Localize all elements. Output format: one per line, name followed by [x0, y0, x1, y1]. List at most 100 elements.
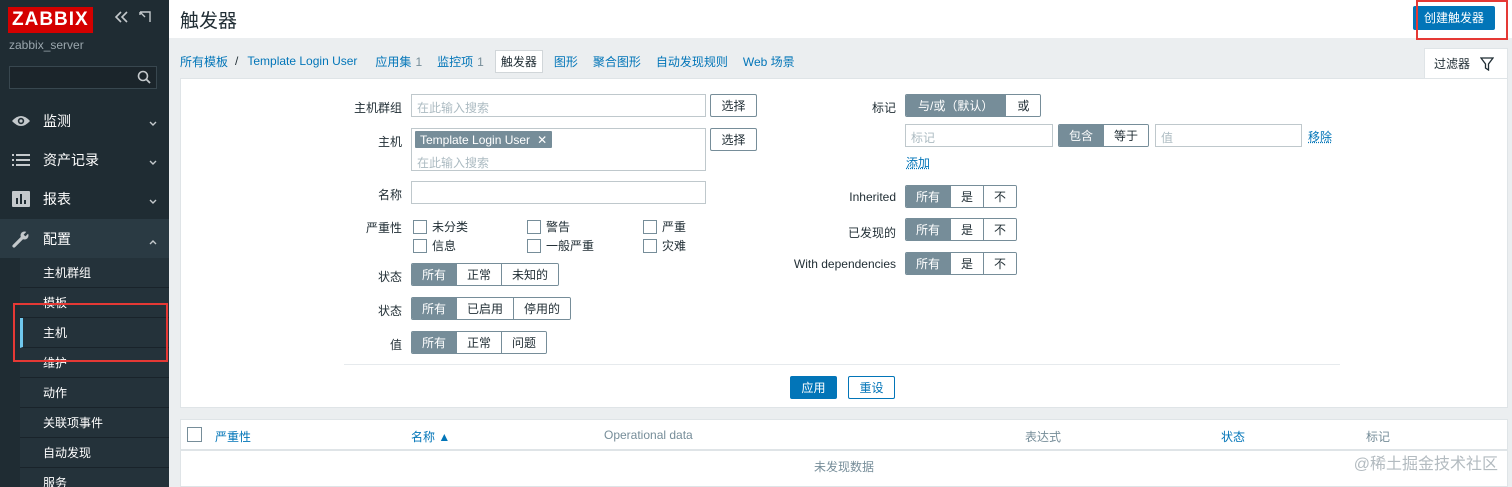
- tag-remove-link[interactable]: 移除: [1308, 128, 1332, 145]
- tag-op-contains[interactable]: 包含: [1059, 125, 1105, 146]
- inherited-no[interactable]: 不: [984, 186, 1017, 207]
- state-normal[interactable]: 正常: [457, 264, 503, 285]
- host-select-button[interactable]: 选择: [710, 128, 757, 151]
- col-tags: 标记: [1366, 430, 1391, 444]
- list-icon: [10, 153, 32, 167]
- tag-name-input[interactable]: 标记: [905, 124, 1053, 147]
- tab-triggers[interactable]: 触发器: [494, 49, 543, 73]
- severity-not-classified-checkbox[interactable]: 未分类: [413, 218, 468, 235]
- inherited-yes[interactable]: 是: [951, 186, 985, 207]
- host-label: 主机: [377, 135, 402, 149]
- tag-add-link[interactable]: 添加: [906, 154, 930, 171]
- dependencies-all[interactable]: 所有: [906, 253, 952, 274]
- sidebar: ZABBIX zabbix_server 监测 资产记录 报表 配置 主机群组 …: [0, 0, 169, 487]
- tab-screens[interactable]: 聚合图形: [593, 53, 641, 70]
- severity-disaster-checkbox[interactable]: 灾难: [643, 237, 686, 254]
- tags-and-or[interactable]: 与/或（默认）: [906, 95, 1007, 116]
- funnel-icon: [1480, 56, 1495, 71]
- severity-label: 严重性: [365, 221, 402, 235]
- dependencies-label: With dependencies: [793, 257, 896, 271]
- zabbix-logo[interactable]: ZABBIX: [8, 7, 93, 33]
- nav-monitoring[interactable]: 监测: [0, 101, 169, 140]
- value-ok[interactable]: 正常: [457, 332, 503, 353]
- host-group-select-button[interactable]: 选择: [710, 94, 757, 117]
- tab-all-templates[interactable]: 所有模板: [180, 53, 228, 70]
- dependencies-yes[interactable]: 是: [951, 253, 985, 274]
- tag-value-input[interactable]: 值: [1155, 124, 1302, 147]
- severity-option-label: 信息: [432, 239, 457, 253]
- config-submenu: 主机群组 模板 主机 维护 动作 关联项事件 自动发现 服务: [20, 258, 169, 487]
- discovered-yes[interactable]: 是: [951, 219, 985, 240]
- tab-discovery-rules[interactable]: 自动发现规则: [656, 53, 728, 70]
- inherited-label: Inherited: [849, 190, 896, 204]
- status-enabled[interactable]: 已启用: [457, 298, 515, 319]
- severity-high-checkbox[interactable]: 严重: [643, 218, 686, 235]
- severity-option-label: 警告: [546, 220, 571, 234]
- tab-items[interactable]: 监控项 1: [437, 53, 484, 70]
- search-icon[interactable]: [137, 70, 151, 87]
- tags-mode-segmented: 与/或（默认） 或: [905, 94, 1042, 117]
- state-all[interactable]: 所有: [412, 264, 458, 285]
- severity-warning-checkbox[interactable]: 警告: [527, 218, 570, 235]
- state-unknown[interactable]: 未知的: [502, 264, 559, 285]
- breadcrumb-separator: /: [235, 54, 239, 68]
- dependencies-no[interactable]: 不: [984, 253, 1017, 274]
- filter-tab-label: 过滤器: [1434, 57, 1471, 71]
- tags-label: 标记: [871, 101, 896, 115]
- col-status[interactable]: 状态: [1221, 428, 1245, 445]
- server-name: zabbix_server: [9, 38, 84, 52]
- sidebar-search-input[interactable]: [9, 66, 157, 89]
- col-severity[interactable]: 严重性: [215, 428, 251, 445]
- expand-sidebar-icon[interactable]: [139, 10, 151, 26]
- submenu-host-groups[interactable]: 主机群组: [20, 258, 169, 288]
- severity-average-checkbox[interactable]: 一般严重: [527, 237, 594, 254]
- nav-configuration[interactable]: 配置: [0, 219, 169, 258]
- discovered-segmented: 所有 是 不: [905, 218, 1018, 241]
- discovered-all[interactable]: 所有: [906, 219, 952, 240]
- host-chip[interactable]: Template Login User ✕: [415, 131, 553, 148]
- name-label: 名称: [377, 188, 402, 202]
- status-disabled[interactable]: 停用的: [514, 298, 571, 319]
- nav-reports[interactable]: 报表: [0, 179, 169, 218]
- inherited-segmented: 所有 是 不: [905, 185, 1018, 208]
- nav-reports-label: 报表: [43, 190, 71, 207]
- submenu-event-correlation[interactable]: 关联项事件: [20, 408, 169, 438]
- nav-configuration-label: 配置: [43, 230, 71, 247]
- filter-tab[interactable]: 过滤器: [1424, 48, 1508, 78]
- tab-graphs[interactable]: 图形: [554, 53, 578, 70]
- submenu-discovery[interactable]: 自动发现: [20, 438, 169, 468]
- name-input[interactable]: [411, 181, 706, 204]
- host-group-label: 主机群组: [353, 101, 402, 115]
- status-all[interactable]: 所有: [412, 298, 458, 319]
- chevron-down-icon: [149, 114, 157, 130]
- close-icon[interactable]: ✕: [537, 133, 547, 147]
- discovered-no[interactable]: 不: [984, 219, 1017, 240]
- nav-inventory[interactable]: 资产记录: [0, 140, 169, 179]
- tags-or[interactable]: 或: [1006, 95, 1041, 116]
- tab-template[interactable]: Template Login User: [247, 54, 357, 68]
- collapse-sidebar-icon[interactable]: [114, 10, 128, 26]
- host-placeholder: 在此输入搜索: [417, 156, 490, 170]
- submenu-actions[interactable]: 动作: [20, 378, 169, 408]
- severity-option-label: 未分类: [432, 220, 469, 234]
- host-group-input[interactable]: 在此输入搜索: [411, 94, 706, 117]
- tab-applications-count: 1: [415, 54, 423, 69]
- tag-op-equals[interactable]: 等于: [1104, 125, 1149, 146]
- inherited-all[interactable]: 所有: [906, 186, 952, 207]
- select-all-checkbox[interactable]: [187, 427, 202, 442]
- col-name[interactable]: 名称 ▲: [411, 428, 450, 445]
- value-all[interactable]: 所有: [412, 332, 458, 353]
- severity-info-checkbox[interactable]: 信息: [413, 237, 456, 254]
- col-operational-data: Operational data: [604, 428, 693, 442]
- tab-applications[interactable]: 应用集 1: [375, 53, 422, 70]
- watermark: @稀土掘金技术社区: [1353, 456, 1498, 473]
- apply-button[interactable]: 应用: [790, 376, 837, 399]
- value-problem[interactable]: 问题: [502, 332, 547, 353]
- severity-option-label: 灾难: [662, 239, 687, 253]
- tab-web-scenarios[interactable]: Web 场景: [743, 53, 795, 70]
- submenu-services[interactable]: 服务: [20, 468, 169, 487]
- value-segmented: 所有 正常 问题: [411, 331, 548, 354]
- host-group-placeholder: 在此输入搜索: [417, 101, 490, 115]
- reset-button[interactable]: 重设: [848, 376, 895, 399]
- triggers-table: 严重性 名称 ▲ Operational data 表达式 状态 标记 未发现数…: [180, 419, 1508, 487]
